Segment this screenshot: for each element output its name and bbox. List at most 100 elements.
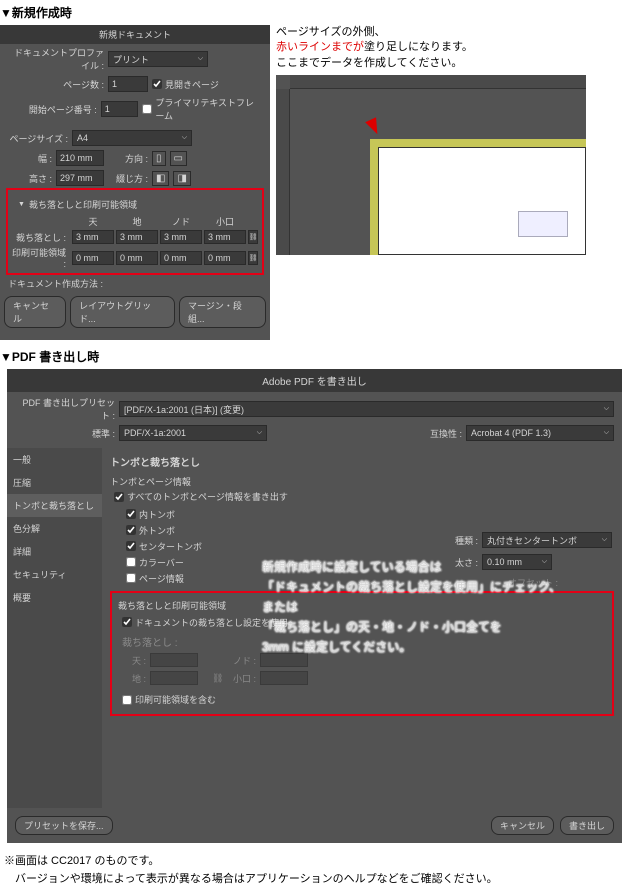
primary-checkbox[interactable]: プライマリテキストフレーム bbox=[142, 96, 262, 122]
binding-left-icon[interactable]: ◧ bbox=[152, 171, 169, 186]
pagesize-label: ページサイズ : bbox=[8, 132, 68, 145]
width-input[interactable]: 210 mm bbox=[56, 150, 104, 166]
chevron-down-icon: ⌵ bbox=[602, 536, 607, 544]
main-header: トンボと裁ち落とし bbox=[110, 454, 614, 469]
pagesize-select[interactable]: A4⌵ bbox=[72, 130, 192, 146]
ruler-top bbox=[290, 75, 586, 89]
export-button[interactable]: 書き出し bbox=[560, 816, 614, 835]
bleed-outside-input[interactable]: 3 mm bbox=[204, 230, 246, 244]
sidebar-item-summary[interactable]: 概要 bbox=[7, 586, 102, 609]
width-label: 幅 : bbox=[8, 152, 52, 165]
slug-row-label: 印刷可能領域 : bbox=[10, 246, 70, 269]
heading-pdf: ▼PDF 書き出し時 bbox=[0, 348, 629, 365]
sidebar-item-general[interactable]: 一般 bbox=[7, 448, 102, 471]
slug-outside-input[interactable]: 0 mm bbox=[204, 251, 246, 265]
facing-checkbox[interactable]: 見開きページ bbox=[152, 78, 219, 91]
triangle-down-icon[interactable]: ▼ bbox=[18, 201, 25, 208]
pdf-main-panel: トンボと裁ち落とし トンボとページ情報 すべてのトンボとページ情報を書き出す 内… bbox=[102, 448, 622, 808]
cancel-button[interactable]: キャンセル bbox=[4, 296, 66, 328]
preview-annotation: ページサイズの外側、 赤いラインまでが塗り足しになります。 ここまでデータを作成… bbox=[276, 25, 629, 71]
bleed-inside-label: ノド : bbox=[226, 654, 256, 667]
startpage-input[interactable]: 1 bbox=[101, 101, 139, 117]
bleed-bottom-label: 地 : bbox=[122, 672, 146, 685]
slug-top-input[interactable]: 0 mm bbox=[72, 251, 114, 265]
footnote: ※画面は CC2017 のものです。 バージョンや環境によって表示が異なる場合は… bbox=[0, 853, 629, 888]
marks-subheader: トンボとページ情報 bbox=[110, 475, 614, 488]
heading-new: ▼新規作成時 bbox=[0, 4, 629, 21]
bleed-top-input[interactable]: 3 mm bbox=[72, 230, 114, 244]
bleed-subheader: 裁ち落としと印刷可能領域 bbox=[118, 599, 606, 612]
page-area bbox=[378, 147, 586, 255]
preset-select[interactable]: [PDF/X-1a:2001 (日本)] (変更)⌵ bbox=[119, 401, 614, 417]
preset-label: PDF 書き出しプリセット : bbox=[15, 396, 115, 422]
chevron-down-icon: ⌵ bbox=[604, 429, 609, 437]
use-doc-bleed-checkbox[interactable]: ドキュメントの裁ち落とし設定を使用 bbox=[122, 616, 288, 629]
pages-input[interactable]: 1 bbox=[108, 76, 148, 92]
all-marks-checkbox[interactable]: すべてのトンボとページ情報を書き出す bbox=[114, 490, 288, 503]
pages-label: ページ数 : bbox=[8, 78, 104, 91]
bleed-bottom-input bbox=[150, 671, 198, 685]
type-select[interactable]: 丸付きセンタートンボ⌵ bbox=[482, 532, 612, 548]
compat-label: 互換性 : bbox=[430, 427, 462, 440]
crop-marks-checkbox[interactable]: 内トンボ bbox=[126, 508, 614, 521]
profile-select[interactable]: プリント⌵ bbox=[108, 51, 208, 67]
bleed-area bbox=[370, 139, 586, 255]
method-label: ドキュメント作成方法 : bbox=[0, 275, 270, 292]
chevron-down-icon: ⌵ bbox=[542, 558, 547, 566]
link-icon[interactable]: ⛓ bbox=[248, 251, 258, 265]
profile-label: ドキュメントプロファイル : bbox=[8, 46, 104, 72]
sidebar-item-output[interactable]: 色分解 bbox=[7, 517, 102, 540]
col-top: 天 bbox=[72, 215, 114, 228]
startpage-label: 開始ページ番号 : bbox=[8, 103, 97, 116]
new-doc-title: 新規ドキュメント bbox=[0, 25, 270, 44]
page-preview bbox=[276, 75, 586, 255]
height-input[interactable]: 297 mm bbox=[56, 170, 104, 186]
arrow-icon bbox=[365, 117, 383, 137]
sidebar-item-compression[interactable]: 圧縮 bbox=[7, 471, 102, 494]
chevron-down-icon: ⌵ bbox=[198, 55, 203, 63]
orientation-portrait-icon[interactable]: ▯ bbox=[152, 151, 166, 166]
cancel-button[interactable]: キャンセル bbox=[491, 816, 554, 835]
pdf-sidebar: 一般 圧縮 トンボと裁ち落とし 色分解 詳細 セキュリティ 概要 bbox=[7, 448, 102, 808]
binding-right-icon[interactable]: ◨ bbox=[173, 171, 190, 186]
sidebar-item-advanced[interactable]: 詳細 bbox=[7, 540, 102, 563]
bleed-top-input bbox=[150, 653, 198, 667]
bleed-top-label: 天 : bbox=[122, 654, 146, 667]
pdf-title: Adobe PDF を書き出し bbox=[7, 369, 622, 392]
chevron-down-icon: ⌵ bbox=[257, 429, 262, 437]
bleed-inside-input[interactable]: 3 mm bbox=[160, 230, 202, 244]
bleed-highlight: ▼裁ち落としと印刷可能領域 天 地 ノド 小口 裁ち落とし : 3 mm 3 m… bbox=[6, 188, 264, 275]
col-bottom: 地 bbox=[116, 215, 158, 228]
bleed-row-label: 裁ち落とし : bbox=[10, 231, 70, 244]
layout-grid-button[interactable]: レイアウトグリッド... bbox=[70, 296, 175, 328]
save-preset-button[interactable]: プリセットを保存... bbox=[15, 816, 113, 835]
compat-select[interactable]: Acrobat 4 (PDF 1.3)⌵ bbox=[466, 425, 614, 441]
bleed-outside-input bbox=[260, 671, 308, 685]
floating-panel bbox=[518, 211, 568, 237]
link-icon[interactable]: ⛓ bbox=[248, 230, 258, 244]
standard-label: 標準 : bbox=[15, 427, 115, 440]
link-icon: ⛓ bbox=[212, 673, 222, 684]
ruler-left bbox=[276, 89, 290, 255]
orientation-landscape-icon[interactable]: ▭ bbox=[170, 151, 187, 166]
margin-columns-button[interactable]: マージン・段組... bbox=[179, 296, 266, 328]
type-label: 種類 : bbox=[448, 534, 478, 547]
bleed-bottom-input[interactable]: 3 mm bbox=[116, 230, 158, 244]
sidebar-item-security[interactable]: セキュリティ bbox=[7, 563, 102, 586]
new-document-dialog: 新規ドキュメント ドキュメントプロファイル : プリント⌵ ページ数 : 1 見… bbox=[0, 25, 270, 340]
slug-inside-input[interactable]: 0 mm bbox=[160, 251, 202, 265]
offset-label: オフセット : bbox=[508, 576, 612, 589]
bleed-inside-input bbox=[260, 653, 308, 667]
sidebar-item-marks[interactable]: トンボと裁ち落とし bbox=[7, 494, 102, 517]
bleed-header: 裁ち落としと印刷可能領域 bbox=[29, 198, 137, 211]
include-slug-checkbox[interactable]: 印刷可能領域を含む bbox=[122, 693, 216, 706]
slug-bottom-input[interactable]: 0 mm bbox=[116, 251, 158, 265]
chevron-down-icon: ⌵ bbox=[182, 134, 187, 142]
standard-select[interactable]: PDF/X-1a:2001⌵ bbox=[119, 425, 267, 441]
binding-label: 綴じ方 : bbox=[108, 172, 148, 185]
weight-select[interactable]: 0.10 mm⌵ bbox=[482, 554, 552, 570]
bleed-highlight-pdf: 裁ち落としと印刷可能領域 ドキュメントの裁ち落とし設定を使用 裁ち落とし : 天… bbox=[110, 591, 614, 716]
weight-label: 太さ : bbox=[448, 556, 478, 569]
col-outside: 小口 bbox=[204, 215, 246, 228]
bleed-label: 裁ち落とし : bbox=[122, 638, 178, 649]
